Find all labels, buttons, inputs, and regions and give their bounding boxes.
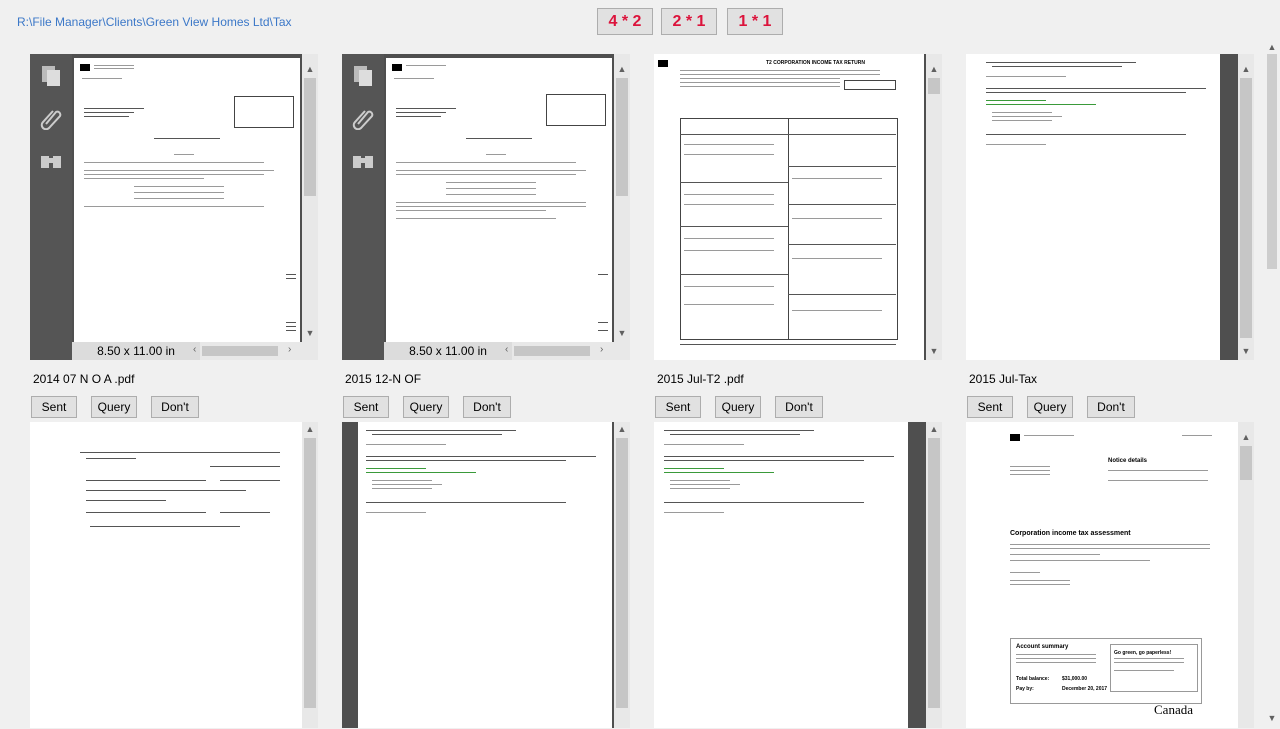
file-tile-4: ▲ ▼ 2015 Jul-Tax Sent Query Don't	[966, 54, 1254, 418]
file-tile-5: ▲	[30, 422, 318, 728]
canada-wordmark: Canada	[1154, 702, 1193, 717]
t2-form-title: T2 CORPORATION INCOME TAX RETURN	[766, 60, 865, 66]
sent-button[interactable]: Sent	[343, 396, 389, 418]
page-preview: T2 CORPORATION INCOME TAX RETURN	[654, 54, 924, 360]
scroll-down-icon[interactable]: ▼	[614, 326, 630, 340]
page-size-label: 8.50 x 11.00 in	[72, 342, 200, 360]
dont-button[interactable]: Don't	[463, 396, 511, 418]
file-name: 2015 12-N OF	[345, 372, 422, 386]
scroll-up-icon[interactable]: ▲	[1238, 430, 1254, 444]
file-name: 2015 Jul-Tax	[969, 372, 1038, 386]
scroll-left-icon[interactable]: ‹	[193, 344, 196, 355]
image-viewer[interactable]: ▲	[654, 422, 942, 728]
page-preview	[386, 58, 612, 342]
page-preview	[74, 58, 300, 342]
assessment-title: Corporation income tax assessment	[1010, 530, 1131, 537]
pages-icon[interactable]	[351, 64, 375, 88]
file-name: 2015 Jul-T2 .pdf	[657, 372, 744, 386]
sent-button[interactable]: Sent	[655, 396, 701, 418]
scroll-right-icon[interactable]: ›	[600, 344, 603, 355]
vertical-scrollbar[interactable]: ▲ ▼	[614, 54, 630, 360]
file-tile-1: ▲ ▼ 8.50 x 11.00 in ‹ › 2014 07 N O A .p…	[30, 54, 318, 418]
scroll-up-icon[interactable]: ▲	[302, 422, 318, 436]
scroll-down-icon[interactable]: ▼	[1264, 713, 1280, 725]
viewer-toolbar	[30, 54, 72, 360]
file-name: 2014 07 N O A .pdf	[33, 372, 135, 386]
layout-4x2-button[interactable]: 4 * 2	[597, 8, 653, 35]
vertical-scrollbar[interactable]: ▲	[614, 422, 630, 728]
dont-button[interactable]: Don't	[151, 396, 199, 418]
page-size-bar: 8.50 x 11.00 in ‹ ›	[72, 342, 302, 360]
scroll-down-icon[interactable]: ▼	[1238, 344, 1254, 358]
account-summary-heading: Account summary	[1016, 644, 1069, 650]
dont-button[interactable]: Don't	[775, 396, 823, 418]
vertical-scrollbar[interactable]: ▲	[302, 422, 318, 728]
query-button[interactable]: Query	[403, 396, 449, 418]
binoculars-icon[interactable]	[351, 148, 375, 172]
query-button[interactable]: Query	[715, 396, 761, 418]
scroll-left-icon[interactable]: ‹	[505, 344, 508, 355]
pay-by-value: December 20, 2017	[1062, 686, 1108, 692]
vertical-scrollbar[interactable]: ▲ ▼	[926, 54, 942, 360]
page-size-label: 8.50 x 11.00 in	[384, 342, 512, 360]
page-size-bar: 8.50 x 11.00 in ‹ ›	[384, 342, 614, 360]
pdf-viewer[interactable]: ▲ ▼ 8.50 x 11.00 in ‹ ›	[30, 54, 318, 360]
paperclip-icon[interactable]	[351, 106, 375, 130]
viewer-toolbar	[342, 54, 384, 360]
image-viewer[interactable]: ▲	[30, 422, 318, 728]
pay-by-label: Pay by:	[1016, 686, 1034, 692]
sent-button[interactable]: Sent	[31, 396, 77, 418]
query-button[interactable]: Query	[1027, 396, 1073, 418]
scroll-up-icon[interactable]: ▲	[1264, 42, 1280, 54]
page-preview: Notice details Corporation income tax as…	[966, 422, 1238, 728]
scroll-up-icon[interactable]: ▲	[614, 62, 630, 76]
binoculars-icon[interactable]	[39, 148, 63, 172]
scroll-down-icon[interactable]: ▼	[302, 326, 318, 340]
vertical-scrollbar[interactable]: ▲	[926, 422, 942, 728]
layout-2x1-button[interactable]: 2 * 1	[661, 8, 717, 35]
file-tile-7: ▲	[654, 422, 942, 728]
page-preview	[30, 422, 302, 728]
scroll-right-icon[interactable]: ›	[288, 344, 291, 355]
vertical-scrollbar[interactable]: ▲	[1238, 422, 1254, 728]
image-viewer[interactable]: ▲ ▼	[966, 54, 1254, 360]
layout-1x1-button[interactable]: 1 * 1	[727, 8, 783, 35]
go-green-text: Go green, go paperless!	[1114, 650, 1172, 656]
query-button[interactable]: Query	[91, 396, 137, 418]
paperclip-icon[interactable]	[39, 106, 63, 130]
scroll-up-icon[interactable]: ▲	[302, 62, 318, 76]
page-preview	[654, 422, 908, 728]
image-viewer[interactable]: ▲	[342, 422, 630, 728]
image-viewer[interactable]: Notice details Corporation income tax as…	[966, 422, 1254, 728]
notice-details-heading: Notice details	[1108, 458, 1148, 464]
page-preview	[966, 54, 1220, 360]
scroll-up-icon[interactable]: ▲	[926, 422, 942, 436]
page-preview	[358, 422, 612, 728]
file-tile-2: ▲ ▼ 8.50 x 11.00 in ‹ › 2015 12-N OF Sen…	[342, 54, 630, 418]
total-balance-label: Total balance:	[1016, 676, 1050, 682]
file-tile-8: Notice details Corporation income tax as…	[966, 422, 1254, 728]
pages-icon[interactable]	[39, 64, 63, 88]
pdf-viewer[interactable]: ▲ ▼ 8.50 x 11.00 in ‹ ›	[342, 54, 630, 360]
scroll-up-icon[interactable]: ▲	[1238, 62, 1254, 76]
dont-button[interactable]: Don't	[1087, 396, 1135, 418]
file-tile-6: ▲	[342, 422, 630, 728]
vertical-scrollbar[interactable]: ▲ ▼	[302, 54, 318, 360]
total-balance-value: $31,000.00	[1062, 676, 1088, 682]
grid-scrollbar[interactable]: ▲ ▼	[1264, 42, 1280, 725]
vertical-scrollbar[interactable]: ▲ ▼	[1238, 54, 1254, 360]
folder-path[interactable]: R:\File Manager\Clients\Green View Homes…	[17, 15, 292, 29]
image-viewer[interactable]: T2 CORPORATION INCOME TAX RETURN ▲ ▼	[654, 54, 942, 360]
scroll-up-icon[interactable]: ▲	[614, 422, 630, 436]
sent-button[interactable]: Sent	[967, 396, 1013, 418]
scroll-down-icon[interactable]: ▼	[926, 344, 942, 358]
file-tile-3: T2 CORPORATION INCOME TAX RETURN ▲ ▼ 201…	[654, 54, 942, 418]
scroll-up-icon[interactable]: ▲	[926, 62, 942, 76]
